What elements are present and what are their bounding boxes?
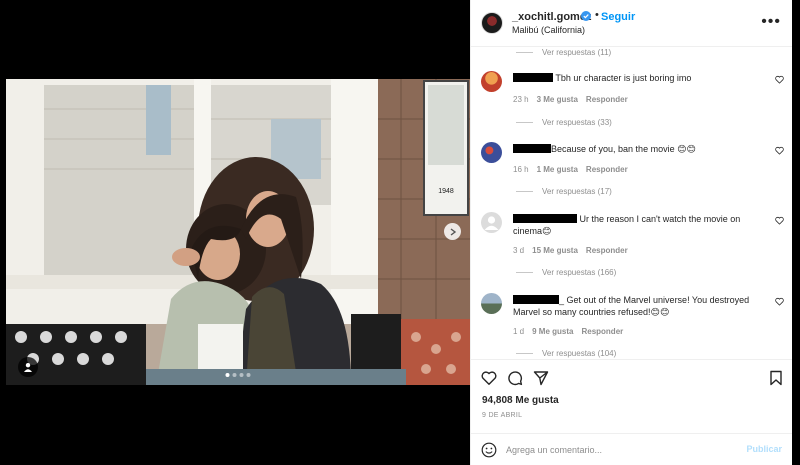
comment-text: Because of you, ban the movie 😊😊 xyxy=(551,144,696,154)
emoji-icon[interactable] xyxy=(481,442,497,458)
tagged-users-button[interactable] xyxy=(18,357,38,377)
post-username[interactable]: _xochitl.gomez xyxy=(512,11,591,23)
like-comment-icon[interactable] xyxy=(775,216,784,225)
carousel-dot xyxy=(232,373,237,377)
comment-text: Tbh ur character is just boring imo xyxy=(555,73,692,83)
like-comment-icon[interactable] xyxy=(775,146,784,155)
comment-likes[interactable]: 9 Me gusta xyxy=(532,327,573,336)
redacted-username xyxy=(513,144,551,153)
heart-icon[interactable] xyxy=(481,370,497,386)
default-avatar-icon xyxy=(484,216,499,230)
comment-input[interactable] xyxy=(506,442,736,458)
redacted-username xyxy=(513,214,577,223)
view-replies-link[interactable]: Ver respuestas (33) xyxy=(516,118,612,127)
separator-dot: • xyxy=(595,9,599,21)
comment-time: 16 h xyxy=(513,165,529,174)
publish-button[interactable]: Publicar xyxy=(746,444,782,454)
photo-illustration: 1948 xyxy=(6,79,470,385)
like-comment-icon[interactable] xyxy=(775,297,784,306)
comment-meta: 16 h 1 Me gusta Responder xyxy=(513,165,628,174)
share-icon[interactable] xyxy=(533,370,549,386)
comment-body: Because of you, ban the movie 😊😊 xyxy=(513,143,763,155)
avatar[interactable] xyxy=(481,142,502,163)
comments-list: Ver respuestas (11) Tbh ur character is … xyxy=(471,47,793,359)
post-location[interactable]: Malibú (California) xyxy=(512,25,585,35)
view-replies-label: Ver respuestas (11) xyxy=(542,48,612,57)
view-replies-label: Ver respuestas (33) xyxy=(542,118,612,127)
reply-button[interactable]: Responder xyxy=(586,246,628,255)
reply-button[interactable]: Responder xyxy=(586,165,628,174)
carousel-dot xyxy=(246,373,251,377)
view-replies-link[interactable]: Ver respuestas (104) xyxy=(516,349,616,358)
comment-body: _ Get out of the Marvel universe! You de… xyxy=(513,294,763,318)
carousel-dot xyxy=(239,373,244,377)
view-replies-label: Ver respuestas (166) xyxy=(542,268,617,277)
chevron-right-icon xyxy=(450,227,456,236)
sign-text: 1948 xyxy=(438,188,454,195)
carousel-dot xyxy=(225,373,230,377)
next-photo-button[interactable] xyxy=(444,223,461,240)
avatar[interactable] xyxy=(481,212,502,233)
bookmark-icon[interactable] xyxy=(768,370,784,386)
comment-body: Ur the reason I can't watch the movie on… xyxy=(513,213,763,237)
comment-time: 3 d xyxy=(513,246,525,255)
comment-meta: 23 h 3 Me gusta Responder xyxy=(513,95,628,104)
avatar[interactable] xyxy=(481,71,502,92)
carousel-dots xyxy=(225,373,251,377)
post-header: _xochitl.gomez • Seguir Malibú (Californ… xyxy=(471,0,793,47)
right-gutter xyxy=(792,0,800,465)
post-date: 9 DE ABRIL xyxy=(482,412,523,419)
comment-time: 1 d xyxy=(513,327,525,336)
view-replies-link[interactable]: Ver respuestas (17) xyxy=(516,187,612,196)
reply-button[interactable]: Responder xyxy=(586,95,628,104)
view-replies-label: Ver respuestas (17) xyxy=(542,187,612,196)
view-replies-link[interactable]: Ver respuestas (11) xyxy=(516,48,611,57)
comment-time: 23 h xyxy=(513,95,529,104)
post-media: 1948 xyxy=(0,0,470,465)
avatar[interactable] xyxy=(481,12,503,34)
comment-body: Tbh ur character is just boring imo xyxy=(513,72,763,84)
comment-meta: 3 d 15 Me gusta Responder xyxy=(513,246,628,255)
avatar[interactable] xyxy=(481,293,502,314)
comment-meta: 1 d 9 Me gusta Responder xyxy=(513,327,623,336)
redacted-username xyxy=(513,295,559,304)
follow-button[interactable]: Seguir xyxy=(601,11,635,23)
redacted-username xyxy=(513,73,553,82)
post-photo: 1948 xyxy=(6,79,470,385)
more-options-button[interactable]: ••• xyxy=(761,14,781,30)
post-panel: _xochitl.gomez • Seguir Malibú (Californ… xyxy=(470,0,793,465)
comment-likes[interactable]: 15 Me gusta xyxy=(532,246,578,255)
reply-button[interactable]: Responder xyxy=(581,327,623,336)
view-replies-label: Ver respuestas (104) xyxy=(542,349,617,358)
like-comment-icon[interactable] xyxy=(775,75,784,84)
post-actions: 94,808 Me gusta 9 DE ABRIL Publicar xyxy=(471,359,793,465)
verified-badge-icon xyxy=(581,11,591,21)
user-icon xyxy=(24,363,32,372)
add-comment-bar: Publicar xyxy=(471,433,793,465)
likes-count[interactable]: 94,808 Me gusta xyxy=(482,395,559,406)
comment-icon[interactable] xyxy=(507,370,523,386)
comment-likes[interactable]: 3 Me gusta xyxy=(537,95,578,104)
view-replies-link[interactable]: Ver respuestas (166) xyxy=(516,268,616,277)
comment-likes[interactable]: 1 Me gusta xyxy=(537,165,578,174)
